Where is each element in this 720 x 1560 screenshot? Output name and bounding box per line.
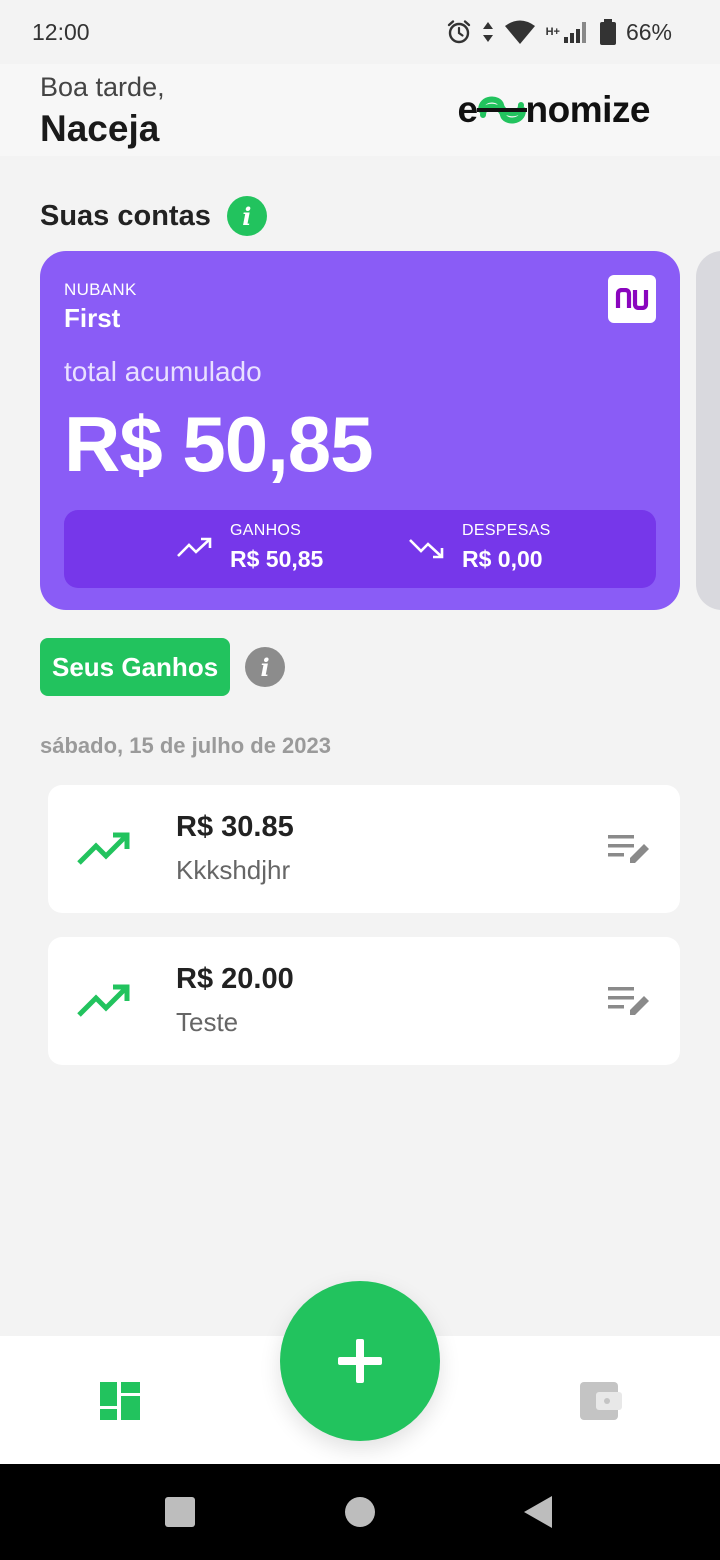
trending-up-icon — [177, 537, 212, 557]
transaction-description: Kkkshdjhr — [176, 855, 291, 885]
transaction-item[interactable]: R$ 30.85 Kkkshdjhr — [48, 785, 680, 913]
total-label: total acumulado — [64, 356, 262, 387]
next-account-card[interactable] — [696, 251, 720, 610]
edit-note-icon[interactable] — [608, 985, 652, 1019]
wifi-icon — [504, 20, 535, 44]
system-navigation-bar — [0, 1464, 720, 1560]
transaction-item[interactable]: R$ 20.00 Teste — [48, 937, 680, 1065]
card-summary: GANHOS R$ 50,85 DESPESAS R$ 0,00 — [64, 510, 656, 588]
transaction-amount: R$ 30.85 — [176, 811, 294, 843]
battery-level: 66% — [625, 18, 672, 45]
plus-icon — [338, 1339, 382, 1383]
add-transaction-button[interactable] — [280, 1281, 440, 1441]
transaction-description: Teste — [176, 1007, 239, 1037]
greeting: Boa tarde, — [40, 72, 165, 102]
nubank-logo-icon — [608, 275, 656, 323]
status-time: 12:00 — [32, 18, 90, 45]
accounts-title: Suas contas — [40, 199, 211, 232]
accounts-section-header: Suas contas i — [40, 196, 267, 236]
alarm-icon — [447, 20, 470, 44]
trending-up-icon — [77, 984, 130, 1017]
logo-suffix: nomize — [525, 89, 651, 130]
accounts-info-icon[interactable]: i — [226, 196, 267, 236]
trending-down-icon — [409, 538, 444, 558]
data-transfer-icon — [482, 22, 493, 42]
gains-label: GANHOS — [230, 522, 302, 539]
expenses-summary: DESPESAS R$ 0,00 — [408, 522, 551, 573]
recent-apps-button[interactable] — [165, 1497, 195, 1527]
logo-prefix: e — [457, 89, 478, 130]
transactions-date: sábado, 15 de julho de 2023 — [40, 733, 331, 758]
expenses-value: R$ 0,00 — [462, 546, 543, 572]
gains-filter-button[interactable]: Seus Ganhos — [40, 638, 231, 696]
app-header: Boa tarde, Naceja e nomize — [0, 64, 720, 156]
total-value: R$ 50,85 — [64, 400, 374, 488]
edit-note-icon[interactable] — [608, 833, 652, 867]
gains-summary: GANHOS R$ 50,85 — [176, 522, 323, 573]
gains-info-icon[interactable]: i — [245, 647, 285, 687]
expenses-label: DESPESAS — [462, 522, 551, 539]
back-icon[interactable] — [522, 1495, 554, 1529]
status-icons: H+ 66% — [446, 19, 672, 46]
home-button[interactable] — [345, 1497, 375, 1527]
account-card[interactable]: NUBANK First total acumulado R$ 50,85 GA… — [40, 251, 680, 610]
network-type: H+ — [545, 26, 560, 38]
signal-icon — [563, 22, 586, 43]
dashboard-icon[interactable] — [100, 1382, 140, 1420]
transaction-amount: R$ 20.00 — [176, 963, 294, 995]
trending-up-icon — [77, 832, 130, 865]
gains-value: R$ 50,85 — [230, 546, 324, 572]
bank-name: NUBANK — [64, 280, 137, 299]
battery-icon — [599, 19, 616, 45]
wallet-icon[interactable] — [580, 1382, 622, 1420]
logo-symbol-icon — [476, 96, 527, 124]
economize-logo: e nomize — [457, 88, 650, 132]
account-name: First — [64, 303, 121, 333]
status-bar: 12:00 H+ 66% — [0, 0, 720, 64]
user-name: Naceja — [40, 108, 160, 149]
